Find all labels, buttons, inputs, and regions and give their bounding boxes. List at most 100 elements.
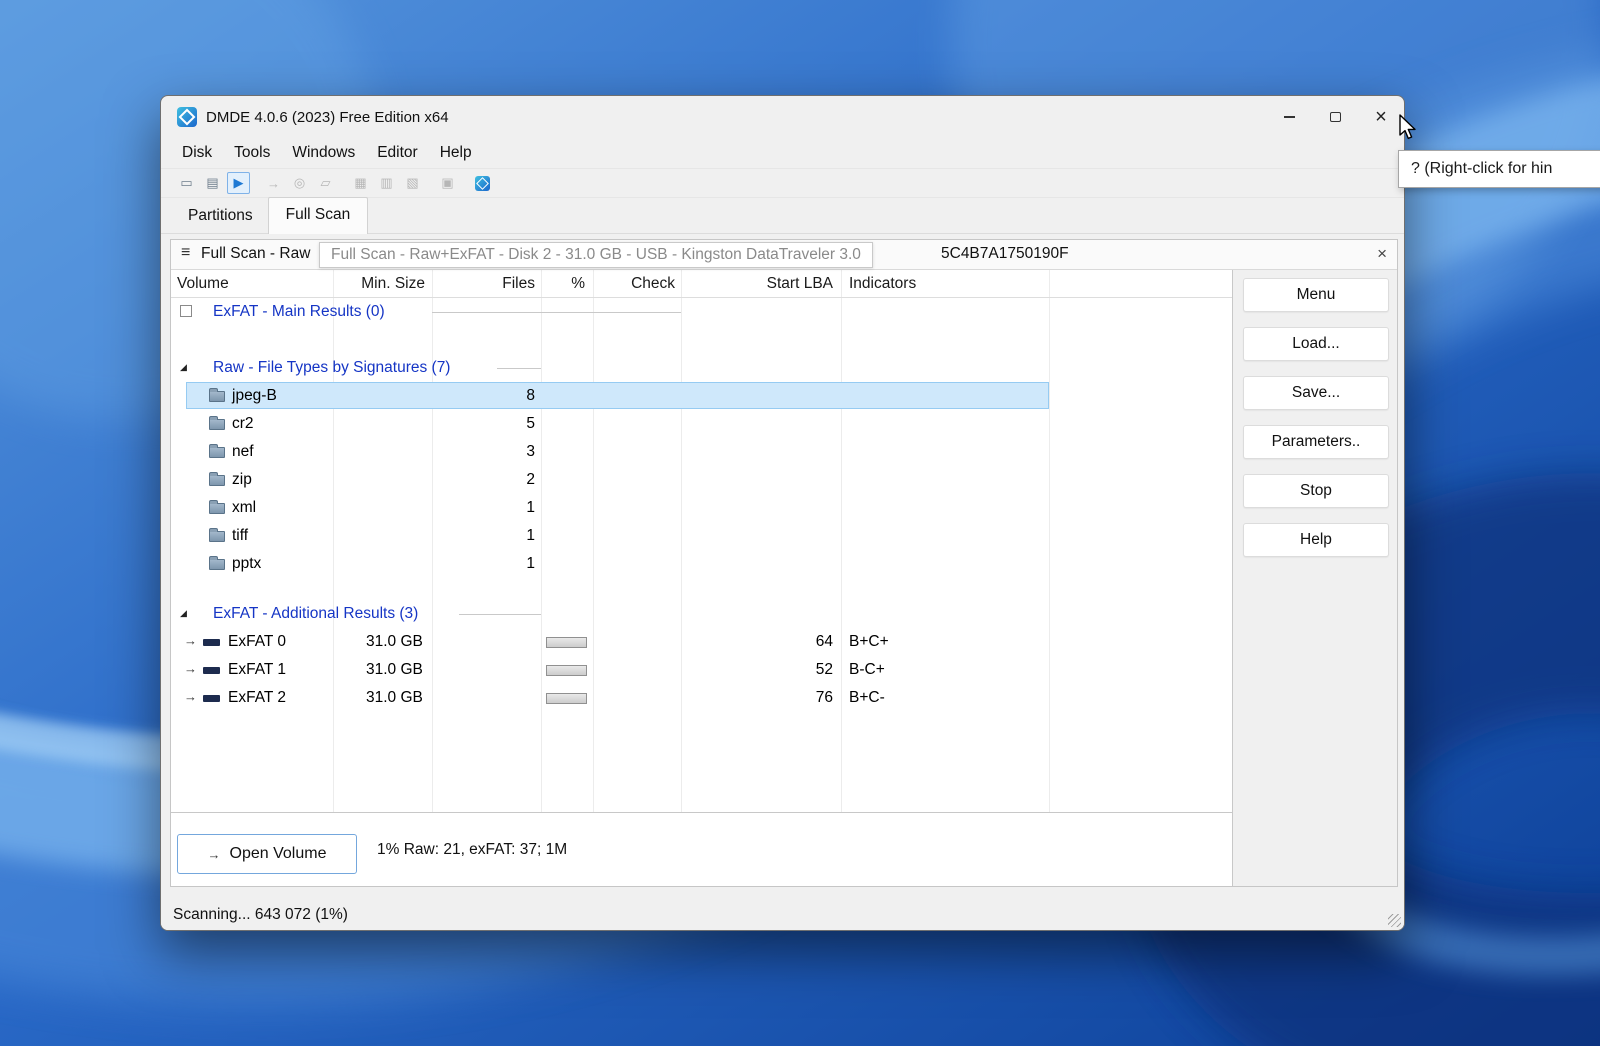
device-list-icon[interactable]: ▤ (201, 172, 224, 194)
dmde-logo-icon[interactable] (471, 172, 494, 194)
search-icon[interactable]: ◎ (288, 172, 311, 194)
copy-sectors-icon[interactable]: ▱ (314, 172, 337, 194)
continue-scan-icon[interactable]: ▶ (227, 172, 250, 194)
table-row-pptx[interactable]: pptx 1 (171, 550, 1232, 578)
volume-name: tiff (232, 527, 249, 544)
folder-icon (209, 444, 225, 458)
progress-bar (546, 637, 587, 648)
expander-icon[interactable]: ◢ (180, 608, 187, 619)
files-count: 3 (526, 443, 535, 460)
folder-icon (209, 556, 225, 570)
table-row-nef[interactable]: nef 3 (171, 438, 1232, 466)
table-row-cr2[interactable]: cr2 5 (171, 410, 1232, 438)
files-count: 1 (526, 555, 535, 572)
indicators-value: B+C- (849, 689, 885, 706)
table-row-tiff[interactable]: tiff 1 (171, 522, 1232, 550)
col-volume[interactable]: Volume (177, 275, 229, 293)
volume-name: ExFAT 0 (228, 633, 287, 650)
table-row-jpeg[interactable]: jpeg-B 8 (171, 382, 1232, 410)
table-spacer-row (171, 326, 1232, 354)
menu-help[interactable]: Help (429, 140, 483, 166)
table-row-xml[interactable]: xml 1 (171, 494, 1232, 522)
checkbox-icon[interactable] (180, 305, 192, 317)
titlebar[interactable]: DMDE 4.0.6 (2023) Free Edition x64 × (161, 96, 1404, 138)
min-size-value: 31.0 GB (366, 689, 423, 706)
hex-editor-icon[interactable]: ▧ (401, 172, 424, 194)
volume-name: ExFAT 1 (228, 661, 287, 678)
table-spacer-row (171, 578, 1232, 600)
table-row-exfat0[interactable]: → ExFAT 0 31.0 GB 64 B+C+ (171, 628, 1232, 656)
section-label: ExFAT - Additional Results (3) (213, 605, 419, 622)
menu-editor[interactable]: Editor (366, 140, 429, 166)
section-label: Raw - File Types by Signatures (7) (213, 359, 451, 376)
resize-grip[interactable] (1388, 914, 1401, 927)
minimize-button[interactable] (1266, 96, 1312, 138)
section-row-main-results[interactable]: ExFAT - Main Results (0) (171, 298, 1232, 326)
table-row-exfat2[interactable]: → ExFAT 2 31.0 GB 76 B+C- (171, 684, 1232, 712)
toolbar: ▭ ▤ ▶ → ◎ ▱ ▦ ▥ ▧ ▣ (161, 169, 1404, 198)
close-icon: × (1375, 106, 1387, 128)
side-button-panel: Menu Load... Save... Parameters.. Stop H… (1233, 270, 1397, 886)
progress-bar (546, 665, 587, 676)
col-check[interactable]: Check (593, 275, 675, 293)
cluster-map-icon[interactable]: ▦ (349, 172, 372, 194)
open-volume-button[interactable]: → Open Volume (177, 834, 357, 874)
parameters-button[interactable]: Parameters.. (1243, 425, 1389, 459)
tab-full-scan[interactable]: Full Scan (267, 197, 369, 234)
table-row-exfat1[interactable]: → ExFAT 1 31.0 GB 52 B-C+ (171, 656, 1232, 684)
indicators-value: B-C+ (849, 661, 885, 678)
load-button[interactable]: Load... (1243, 327, 1389, 361)
panel-menu-icon[interactable]: ≡ (181, 244, 190, 262)
menu-button[interactable]: Menu (1243, 278, 1389, 312)
stop-button[interactable]: Stop (1243, 474, 1389, 508)
window-title: DMDE 4.0.6 (2023) Free Edition x64 (206, 108, 449, 126)
volume-icon (203, 667, 220, 674)
col-files[interactable]: Files (432, 275, 535, 293)
section-rule (432, 312, 681, 313)
bottom-strip: → Open Volume 1% Raw: 21, exFAT: 37; 1M (171, 812, 1232, 886)
menu-tools[interactable]: Tools (223, 140, 281, 166)
hint-tooltip-text: ? (Right-click for hin (1411, 160, 1553, 177)
volume-name: nef (232, 443, 254, 460)
hint-tooltip: ? (Right-click for hin (1398, 150, 1600, 188)
section-rule (459, 614, 541, 615)
goto-sector-icon[interactable]: → (262, 172, 285, 194)
tab-partitions[interactable]: Partitions (173, 202, 268, 233)
table-header: Volume Min. Size Files ˇ % Check Start L… (171, 270, 1232, 298)
section-row-raw-signatures[interactable]: ◢ Raw - File Types by Signatures (7) (171, 354, 1232, 382)
col-indicators[interactable]: Indicators (849, 275, 916, 293)
menu-windows[interactable]: Windows (281, 140, 366, 166)
app-logo-icon (177, 107, 197, 127)
jump-arrow-icon[interactable]: → (184, 661, 197, 676)
panel-close-icon[interactable]: × (1377, 244, 1387, 264)
dmde-window: DMDE 4.0.6 (2023) Free Edition x64 × Dis… (160, 95, 1405, 931)
min-size-value: 31.0 GB (366, 661, 423, 678)
col-percent[interactable]: % (541, 275, 585, 293)
open-volume-label: Open Volume (229, 845, 327, 862)
files-count: 1 (526, 499, 535, 516)
panel-body: Volume Min. Size Files ˇ % Check Start L… (171, 270, 1397, 886)
new-volume-icon[interactable]: ▭ (175, 172, 198, 194)
statusbar-text: Scanning... 643 072 (1%) (173, 906, 348, 923)
sector-view-icon[interactable]: ▥ (375, 172, 398, 194)
section-row-additional-results[interactable]: ◢ ExFAT - Additional Results (3) (171, 600, 1232, 628)
section-rule (497, 368, 541, 369)
jump-arrow-icon[interactable]: → (184, 689, 197, 704)
folder-icon (209, 472, 225, 486)
col-min-size[interactable]: Min. Size (333, 275, 425, 293)
expander-icon[interactable]: ◢ (180, 362, 187, 373)
menu-disk[interactable]: Disk (171, 140, 223, 166)
maximize-button[interactable] (1312, 96, 1358, 138)
windows-layout-icon[interactable]: ▣ (436, 172, 459, 194)
folder-icon (209, 528, 225, 542)
col-start-lba[interactable]: Start LBA (681, 275, 833, 293)
help-button[interactable]: Help (1243, 523, 1389, 557)
maximize-icon (1329, 112, 1341, 122)
volume-icon (203, 639, 220, 646)
jump-arrow-icon[interactable]: → (184, 633, 197, 648)
section-label: ExFAT - Main Results (0) (213, 303, 385, 320)
table-row-zip[interactable]: zip 2 (171, 466, 1232, 494)
volume-icon (203, 695, 220, 702)
save-button[interactable]: Save... (1243, 376, 1389, 410)
min-size-value: 31.0 GB (366, 633, 423, 650)
